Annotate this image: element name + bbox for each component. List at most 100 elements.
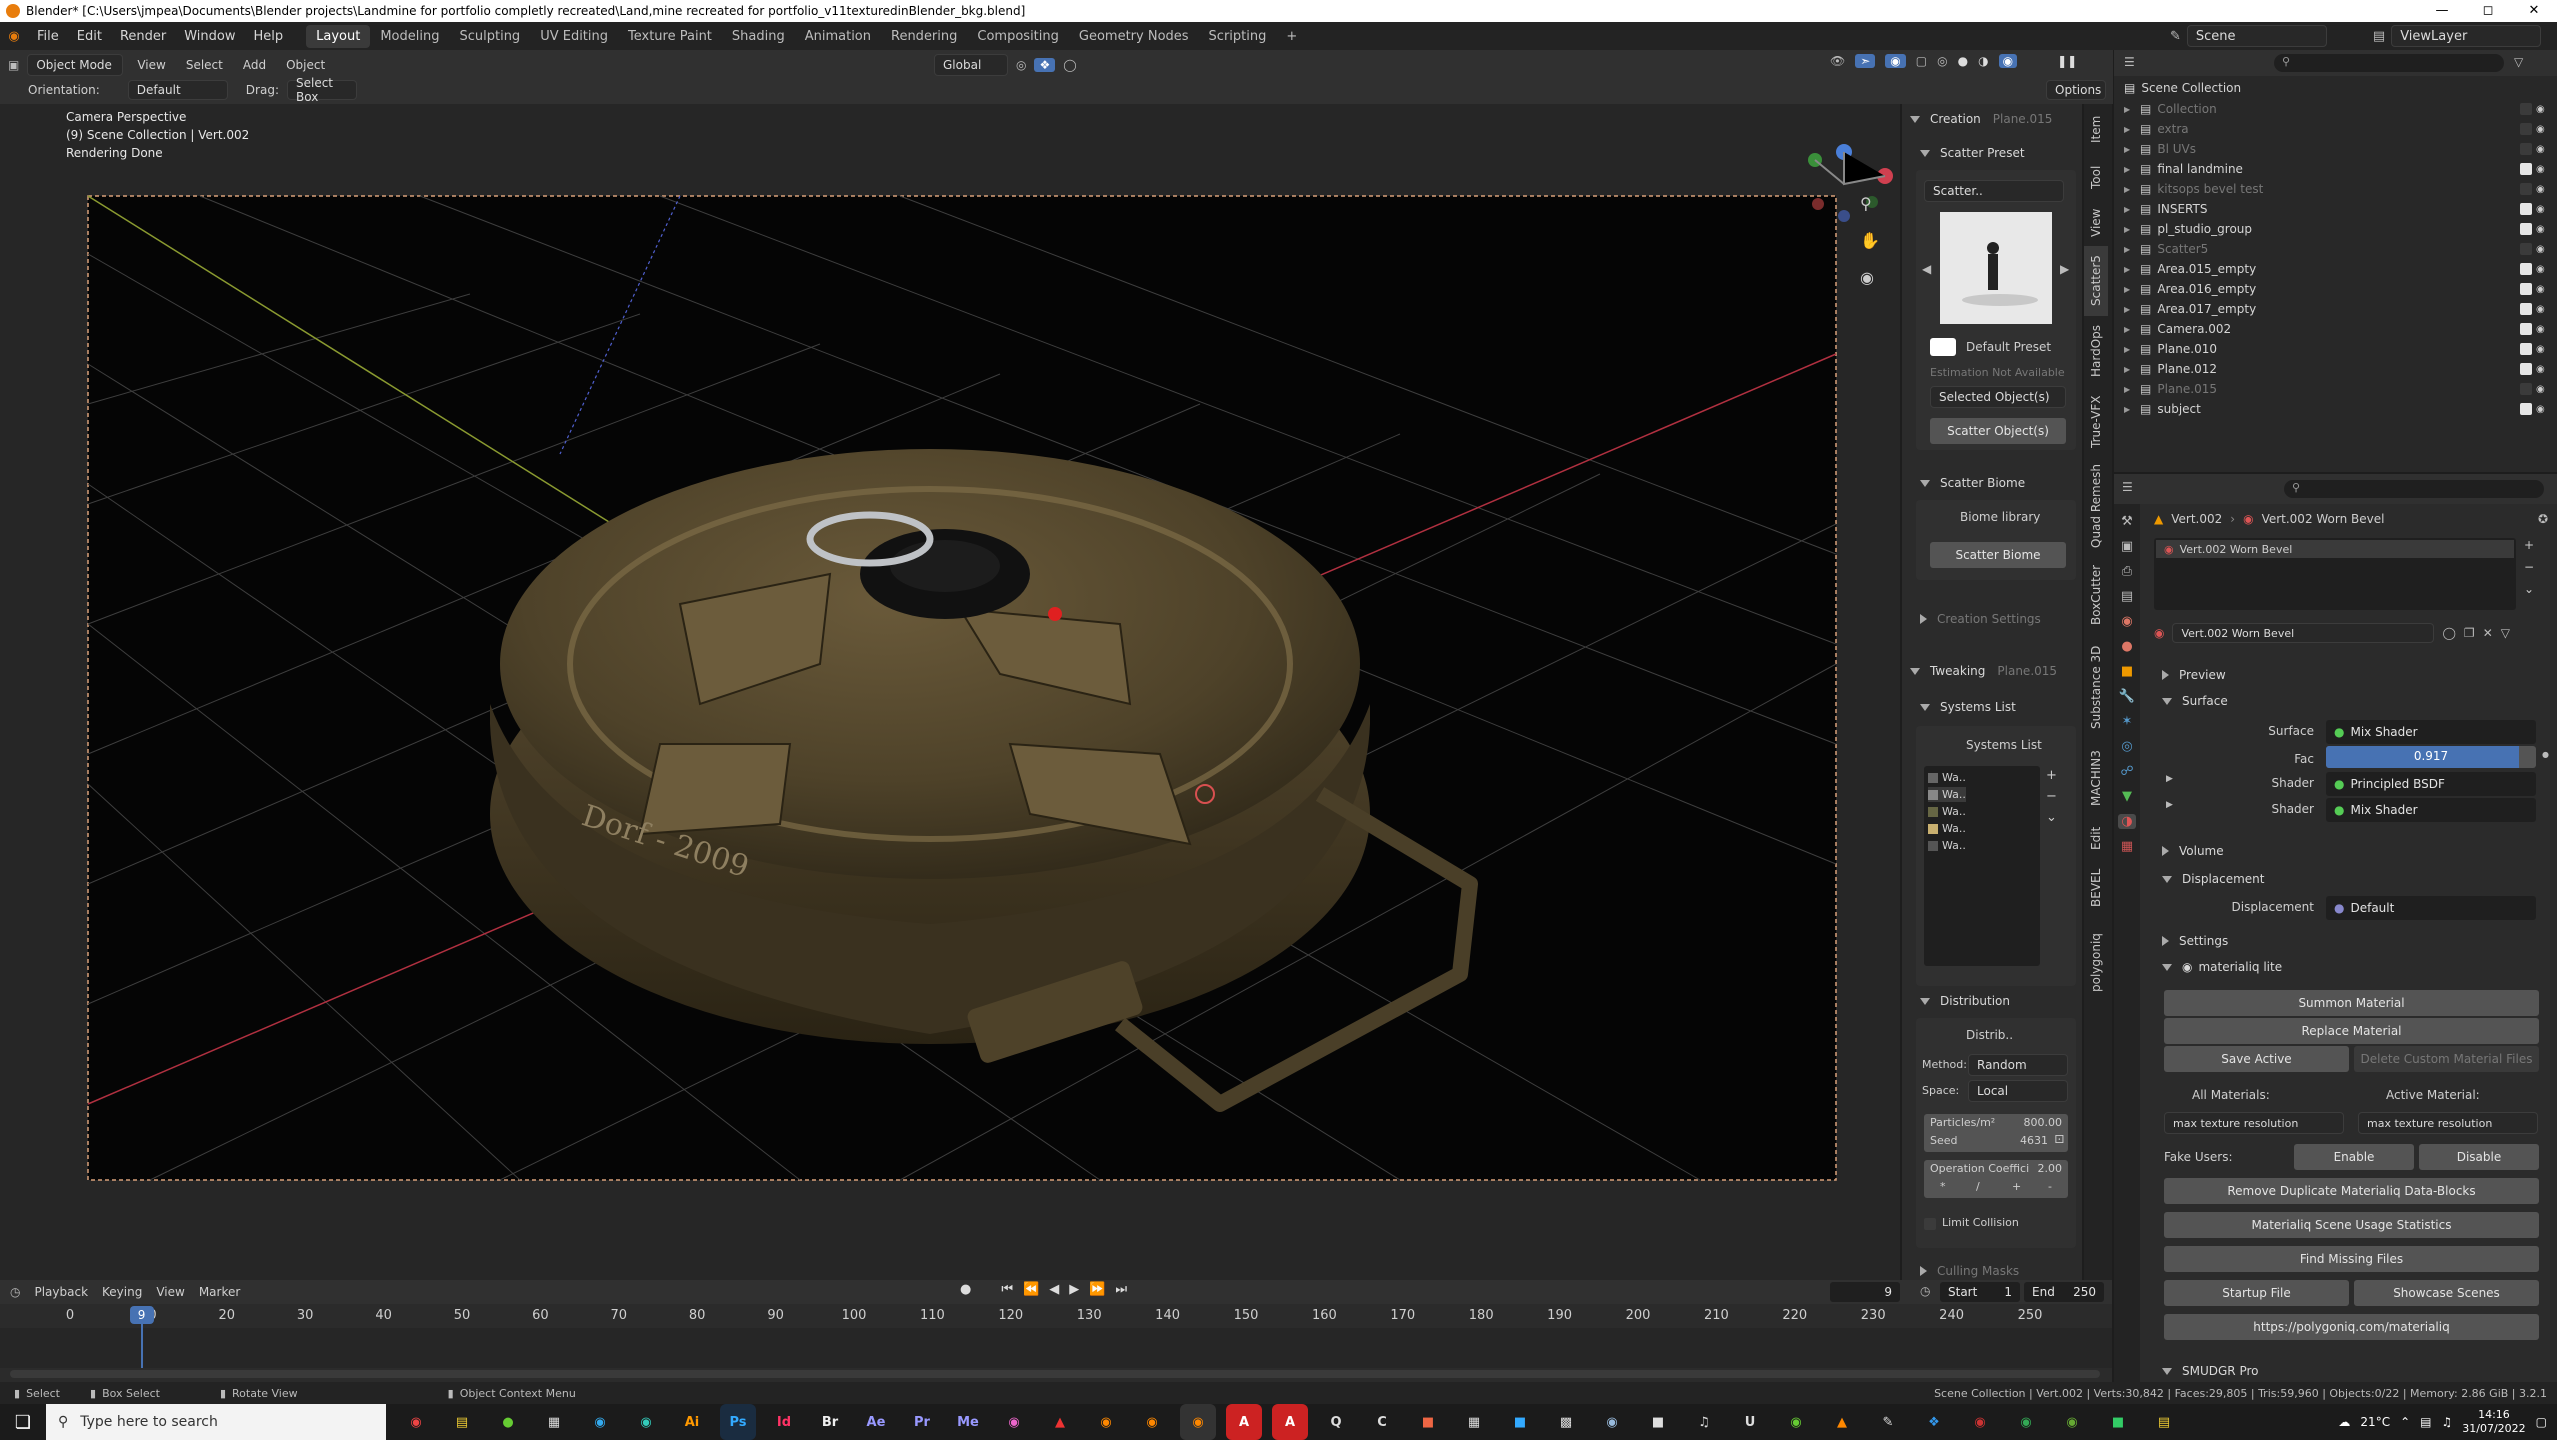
preset-color-swatch[interactable]: [1930, 338, 1956, 356]
scatter-preset-dropdown[interactable]: Scatter..: [1924, 180, 2064, 202]
tab-view[interactable]: View: [2084, 200, 2108, 246]
pivot-icon[interactable]: ◎: [1016, 58, 1026, 72]
calculator-icon[interactable]: ▦: [1456, 1404, 1492, 1440]
start-frame-field[interactable]: Start 1: [1940, 1282, 2020, 1302]
enable-fake-users-button[interactable]: Enable: [2294, 1144, 2414, 1170]
app-blue-icon[interactable]: ■: [1502, 1404, 1538, 1440]
tab-animation[interactable]: Animation: [795, 25, 881, 48]
system-row[interactable]: Wa..: [1928, 838, 1966, 853]
remove-system-icon[interactable]: −: [2046, 789, 2057, 804]
play-icon[interactable]: ▶: [1069, 1282, 1079, 1297]
expand-arrow-icon[interactable]: ▶: [2124, 385, 2136, 394]
outliner-item[interactable]: ▶ ▤ Scatter5 ◉: [2114, 239, 2545, 259]
shading-material-icon[interactable]: ◑: [1978, 54, 1988, 68]
modifier-props-icon[interactable]: 🔧: [2119, 689, 2135, 704]
all-materials-resolution-dropdown[interactable]: max texture resolution: [2164, 1112, 2344, 1134]
timer-icon[interactable]: ◷: [1920, 1284, 1930, 1298]
tab-bevel[interactable]: BEVEL: [2084, 858, 2108, 918]
displacement-header[interactable]: Displacement: [2162, 872, 2265, 886]
zoom-icon[interactable]: ⚲: [1860, 194, 1880, 213]
op-divide[interactable]: /: [1976, 1180, 1980, 1193]
visibility-checkbox[interactable]: [2520, 283, 2532, 295]
volume-icon[interactable]: ♫: [2441, 1415, 2452, 1429]
startup-file-button[interactable]: Startup File: [2164, 1280, 2349, 1306]
tab-compositing[interactable]: Compositing: [967, 25, 1069, 48]
delete-custom-button[interactable]: Delete Custom Material Files: [2354, 1046, 2539, 1072]
render-props-icon[interactable]: ▣: [2121, 539, 2133, 554]
tab-shading[interactable]: Shading: [722, 25, 795, 48]
properties-search[interactable]: ⚲: [2284, 480, 2544, 498]
3d-viewport[interactable]: Dorf - 2009 Camera Perspective (9) Scene…: [0, 104, 1900, 1280]
visibility-icon[interactable]: 👁: [1830, 54, 1845, 68]
app-green-icon[interactable]: ●: [490, 1404, 526, 1440]
gizmo-icon[interactable]: ➣: [1855, 54, 1876, 68]
expand-arrow-icon[interactable]: ▶: [2124, 245, 2136, 254]
shading-rendered-icon[interactable]: ◉: [1998, 54, 2018, 68]
next-keyframe-icon[interactable]: ⏩: [1089, 1282, 1105, 1297]
physics-props-icon[interactable]: ◎: [2121, 739, 2132, 754]
expand-arrow-icon[interactable]: ▶: [2124, 125, 2136, 134]
expand-arrow-icon[interactable]: ▶: [2124, 145, 2136, 154]
pan-hand-icon[interactable]: ✋: [1860, 231, 1880, 250]
keying-menu[interactable]: Keying: [102, 1285, 142, 1299]
expand-arrow-icon[interactable]: ▶: [2124, 405, 2136, 414]
app-green4-icon[interactable]: ■: [2100, 1404, 2136, 1440]
outliner-item[interactable]: ▶ ▤ Bl UVs ◉: [2114, 139, 2545, 159]
expand-shader-icon[interactable]: ▶: [2166, 800, 2173, 810]
timeline-ruler[interactable]: 0102030405060708090100110120130140150160…: [0, 1308, 2112, 1328]
output-props-icon[interactable]: ⎙: [2122, 564, 2132, 579]
visibility-checkbox[interactable]: [2520, 123, 2532, 135]
culling-masks-header[interactable]: Culling Masks: [1920, 1264, 2019, 1278]
outliner-item[interactable]: ▶ ▤ Area.016_empty ◉: [2114, 279, 2545, 299]
edge-icon[interactable]: ◉: [582, 1404, 618, 1440]
visibility-checkbox[interactable]: [2520, 383, 2532, 395]
outliner-item[interactable]: ▶ ▤ Plane.010 ◉: [2114, 339, 2545, 359]
system-row[interactable]: Wa..: [1928, 804, 1966, 819]
expand-arrow-icon[interactable]: ▶: [2124, 325, 2136, 334]
transform-orientation-dropdown[interactable]: Global: [934, 54, 1008, 76]
remove-duplicates-button[interactable]: Remove Duplicate Materialiq Data-Blocks: [2164, 1178, 2539, 1204]
tab-scripting[interactable]: Scripting: [1199, 25, 1277, 48]
outliner-editor-icon[interactable]: ☰: [2124, 55, 2135, 69]
visibility-checkbox[interactable]: [2520, 263, 2532, 275]
options-dropdown[interactable]: Options: [2046, 80, 2106, 100]
menu-add[interactable]: Add: [237, 58, 272, 72]
system-menu-icon[interactable]: ⌄: [2046, 810, 2057, 825]
outliner-item[interactable]: ▶ ▤ subject ◉: [2114, 399, 2545, 419]
xray-icon[interactable]: ▢: [1916, 54, 1927, 68]
settings-header[interactable]: Settings: [2162, 934, 2228, 948]
autocad-icon[interactable]: A: [1226, 1404, 1262, 1440]
timeline-scrollbar[interactable]: [10, 1370, 2100, 1378]
app-pen-icon[interactable]: ✎: [1870, 1404, 1906, 1440]
expand-arrow-icon[interactable]: ▶: [2124, 285, 2136, 294]
expand-arrow-icon[interactable]: ▶: [2124, 365, 2136, 374]
smudgr-header[interactable]: SMUDGR Pro: [2162, 1364, 2258, 1378]
world-props-icon[interactable]: ●: [2121, 639, 2132, 654]
mode-selector[interactable]: Object Mode: [27, 54, 124, 76]
prev-preset-icon[interactable]: ◀: [1922, 262, 1931, 276]
powerpoint-icon[interactable]: ■: [1410, 1404, 1446, 1440]
volume-header[interactable]: Volume: [2162, 844, 2224, 858]
scene-selector[interactable]: Scene: [2186, 25, 2327, 47]
jump-start-icon[interactable]: ⏮: [1001, 1282, 1013, 1297]
acrobat-icon[interactable]: ▲: [1042, 1404, 1078, 1440]
expand-arrow-icon[interactable]: ▶: [2124, 185, 2136, 194]
playback-menu[interactable]: Playback: [34, 1285, 88, 1299]
unreal-icon[interactable]: U: [1732, 1404, 1768, 1440]
next-preset-icon[interactable]: ▶: [2060, 262, 2069, 276]
expand-arrow-icon[interactable]: ▶: [2124, 105, 2136, 114]
selected-objects-dropdown[interactable]: Selected Object(s): [1930, 386, 2066, 408]
record-icon[interactable]: ●: [960, 1282, 971, 1297]
dice-icon[interactable]: ⚀: [2054, 1133, 2064, 1146]
system-row[interactable]: Wa..: [1928, 787, 1966, 802]
shading-wireframe-icon[interactable]: ◎: [1937, 54, 1947, 68]
media-encoder-icon[interactable]: Me: [950, 1404, 986, 1440]
visibility-checkbox[interactable]: [2520, 303, 2532, 315]
menu-object[interactable]: Object: [280, 58, 331, 72]
shader2-field[interactable]: ● Mix Shader: [2326, 798, 2536, 822]
clock[interactable]: 14:16 31/07/2022: [2462, 1408, 2525, 1436]
visibility-checkbox[interactable]: [2520, 103, 2532, 115]
systems-list[interactable]: Wa.. Wa.. Wa.. Wa.. Wa..: [1924, 766, 2040, 966]
visibility-checkbox[interactable]: [2520, 363, 2532, 375]
expand-arrow-icon[interactable]: ▶: [2124, 305, 2136, 314]
